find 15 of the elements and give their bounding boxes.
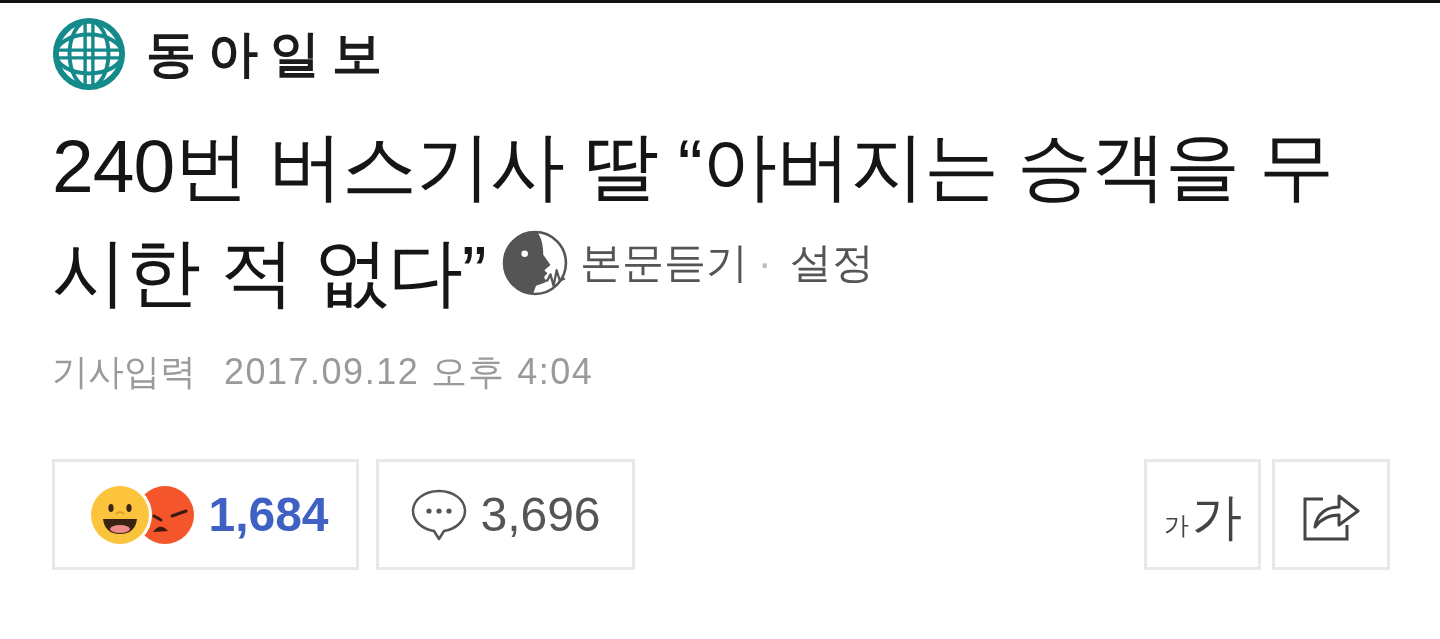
- globe-logo-icon: [52, 17, 126, 91]
- publish-date: 2017.09.12 오후 4:04: [224, 350, 594, 394]
- headline-text: 시한 적 없다”: [52, 229, 486, 316]
- separator: ·: [757, 238, 772, 288]
- comments-button[interactable]: 3,696: [376, 459, 635, 570]
- listen-button[interactable]: 본문듣기: [501, 230, 748, 296]
- speech-bubble-icon: [410, 487, 469, 542]
- settings-button[interactable]: 설정: [789, 230, 874, 296]
- reaction-button[interactable]: 1,684: [52, 459, 359, 570]
- byline-label: 기사입력: [52, 350, 196, 394]
- listen-face-icon: [501, 230, 568, 296]
- logo-wordmark: 동아일보: [146, 25, 394, 84]
- text-size-button[interactable]: 가 가: [1144, 459, 1261, 570]
- headline-text: 240번 버스기사 딸 “아버지는 승객을 무: [52, 123, 1334, 210]
- share-button[interactable]: [1272, 459, 1390, 570]
